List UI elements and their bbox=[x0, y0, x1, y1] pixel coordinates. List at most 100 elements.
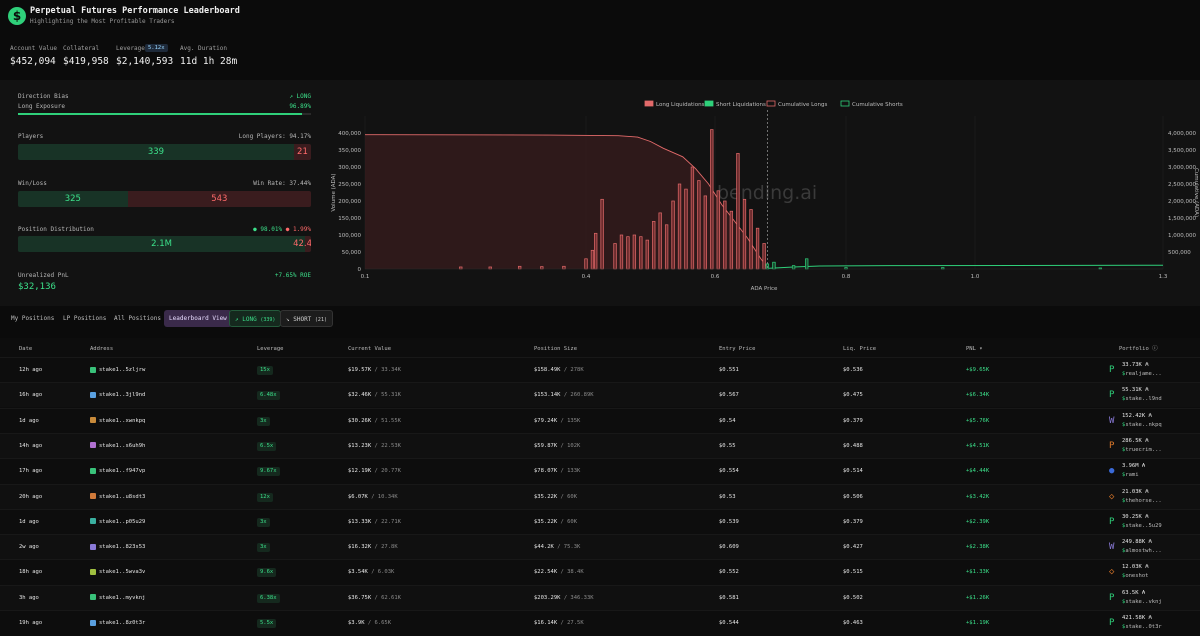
portfolio-name[interactable]: $truecrim... bbox=[1122, 447, 1162, 453]
row-current-value: $3.9K / 6.65K bbox=[348, 620, 392, 626]
portfolio-name[interactable]: $oneshot bbox=[1122, 573, 1149, 579]
row-entry-price: $0.551 bbox=[719, 367, 739, 373]
legend-label: Cumulative Shorts bbox=[852, 102, 903, 108]
row-address[interactable]: stake1..5wva3v bbox=[90, 560, 145, 585]
legend-swatch bbox=[766, 100, 776, 107]
portfolio-name[interactable]: $stake..l9nd bbox=[1122, 396, 1162, 402]
players-short-segment: 21 bbox=[293, 144, 311, 160]
short-liquidation-bar bbox=[805, 258, 809, 270]
row-liq-price: $0.427 bbox=[843, 544, 863, 551]
row-pnl: +$2.39K bbox=[966, 518, 990, 525]
row-address[interactable]: stake1..p05u29 bbox=[90, 510, 145, 535]
row-address[interactable]: stake1..5zljrw bbox=[90, 358, 145, 383]
table-row[interactable]: 2w ago stake1..823s53 3x $16.32K / 27.8K $44… bbox=[0, 534, 1200, 560]
row-position-size: $153.14K / 260.89K bbox=[534, 392, 594, 399]
row-position-size: $79.24K / 135K bbox=[534, 417, 581, 424]
row-leverage: 5.5x bbox=[257, 611, 277, 636]
row-current-value: $19.57K / 33.34K bbox=[348, 367, 401, 373]
y2-tick-label: 2,500,000 bbox=[1168, 182, 1196, 188]
row-date: 20h ago bbox=[19, 493, 43, 500]
table-row[interactable]: 1d ago stake1..xwnkpq 3x $30.26K / 51.55K $7… bbox=[0, 407, 1200, 434]
ada-icon: ₳ bbox=[1145, 564, 1149, 571]
x-tick-label: 0.8 bbox=[842, 274, 851, 280]
filter-short-button[interactable]: ↘ SHORT (21) bbox=[280, 310, 333, 327]
row-address[interactable]: stake1..u8sdt3 bbox=[90, 485, 145, 510]
portfolio-name[interactable]: $almostwh... bbox=[1122, 548, 1162, 554]
long-exposure-label: Long Exposure bbox=[18, 103, 65, 110]
row-address[interactable]: stake1..myvknj bbox=[90, 586, 145, 611]
row-address[interactable]: stake1..8z0t3r bbox=[90, 611, 145, 636]
address-avatar-icon bbox=[90, 366, 96, 373]
long-liquidation-bar bbox=[749, 209, 753, 270]
table-body: 12h ago stake1..5zljrw 15x $19.57K / 33.34K… bbox=[0, 357, 1200, 636]
portfolio-icon: W bbox=[1109, 415, 1115, 426]
table-row[interactable]: 12h ago stake1..5zljrw 15x $19.57K / 33.34K… bbox=[0, 357, 1200, 382]
tab-all-positions[interactable]: All Positions bbox=[109, 310, 166, 327]
portfolio-name[interactable]: $thehorse... bbox=[1122, 498, 1162, 504]
row-address[interactable]: stake1..xwnkpq bbox=[90, 409, 145, 434]
players-short-count: 21 bbox=[297, 147, 308, 157]
ada-icon: ₳ bbox=[1145, 362, 1149, 368]
table-row[interactable]: 17h ago stake1..f947vp 9.67x $12.19K / 20.7… bbox=[0, 458, 1200, 483]
long-liquidation-bar bbox=[626, 236, 630, 270]
leverage-value: $2,140,593 bbox=[116, 56, 174, 67]
address-avatar-icon bbox=[90, 543, 96, 550]
row-address[interactable]: stake1..f947vp bbox=[90, 459, 145, 484]
row-entry-price: $0.539 bbox=[719, 518, 739, 525]
long-liquidation-bar bbox=[690, 166, 695, 270]
table-row[interactable]: 18h ago stake1..5wva3v 9.6x $3.54K / 6.03K $… bbox=[0, 559, 1200, 584]
table-row[interactable]: 20h ago stake1..u8sdt3 12x $6.07K / 10.34K $… bbox=[0, 483, 1200, 510]
table-row[interactable]: 3h ago stake1..myvknj 6.38x $36.75K / 62.61… bbox=[0, 584, 1200, 611]
short-liquidation-bar bbox=[772, 261, 776, 270]
row-current-value: $3.54K / 6.03K bbox=[348, 569, 395, 576]
portfolio-name[interactable]: $rami bbox=[1122, 472, 1139, 478]
row-date: 16h ago bbox=[19, 392, 43, 399]
address-avatar-icon bbox=[90, 619, 96, 626]
filter-long-button[interactable]: ↗ LONG (339) bbox=[229, 310, 282, 327]
table-row[interactable]: 1d ago stake1..p05u29 3x $13.33K / 22.71K $3… bbox=[0, 508, 1200, 535]
address-avatar-icon bbox=[90, 391, 96, 398]
players-long-count: 339 bbox=[147, 147, 165, 157]
long-liquidation-bar bbox=[613, 243, 617, 270]
long-liquidation-bar bbox=[729, 210, 734, 270]
long-liquidation-bar bbox=[652, 221, 656, 270]
row-position-size: $44.2K / 75.3K bbox=[534, 544, 581, 551]
portfolio-value: 286.5K ₳ bbox=[1122, 437, 1149, 444]
long-liquidation-bar bbox=[671, 200, 675, 270]
row-current-value: $32.46K / 55.31K bbox=[348, 392, 401, 399]
y2-tick-label: 3,500,000 bbox=[1168, 148, 1196, 154]
portfolio-name[interactable]: $stake..5u29 bbox=[1122, 523, 1162, 529]
avg-duration-label: Avg. Duration bbox=[180, 45, 227, 52]
portfolio-icon: P bbox=[1109, 365, 1115, 375]
portfolio-name[interactable]: $stake..nkpq bbox=[1122, 422, 1162, 428]
winloss-label: Win/Loss bbox=[18, 180, 47, 187]
portfolio-value: 21.03K ₳ bbox=[1122, 488, 1149, 495]
table-row[interactable]: 19h ago stake1..8z0t3r 5.5x $3.9K / 6.65K $1… bbox=[0, 610, 1200, 635]
portfolio-value: 30.25K ₳ bbox=[1122, 513, 1149, 520]
direction-bias-label: Direction Bias bbox=[18, 93, 69, 100]
row-current-value: $16.32K / 27.8K bbox=[348, 544, 398, 551]
row-leverage: 15x bbox=[257, 358, 273, 383]
row-address[interactable]: stake1..s6uh9h bbox=[90, 434, 145, 459]
y-tick-label: 100,000 bbox=[338, 233, 361, 239]
row-address[interactable]: stake1..823s53 bbox=[90, 535, 145, 560]
tab-leaderboard-view[interactable]: Leaderboard View bbox=[164, 310, 232, 327]
row-entry-price: $0.55 bbox=[719, 442, 736, 449]
portfolio-value: 152.42K ₳ bbox=[1122, 412, 1152, 419]
x-tick-label: 1.3 bbox=[1159, 274, 1168, 280]
position-short-value: 42.49K bbox=[293, 239, 311, 249]
unrealized-roe: +7.65% ROE bbox=[274, 272, 311, 279]
table-row[interactable]: 16h ago stake1..3jl9nd 6.48x $32.46K / 55.3… bbox=[0, 382, 1200, 408]
long-liquidation-bar bbox=[632, 234, 637, 270]
tab-my-positions[interactable]: My Positions bbox=[6, 310, 59, 327]
table-row[interactable]: 14h ago stake1..s6uh9h 6.5x $13.23K / 22.53… bbox=[0, 432, 1200, 459]
row-current-value: $36.75K / 62.61K bbox=[348, 594, 401, 601]
row-address[interactable]: stake1..3jl9nd bbox=[90, 383, 145, 408]
tab-lp-positions[interactable]: LP Positions bbox=[58, 310, 111, 327]
row-leverage: 9.67x bbox=[257, 459, 280, 484]
y-tick-label: 50,000 bbox=[342, 250, 362, 256]
portfolio-name[interactable]: $stake..vknj bbox=[1122, 599, 1162, 605]
portfolio-name[interactable]: $stake..0t3r bbox=[1122, 624, 1162, 630]
portfolio-name[interactable]: $realjame... bbox=[1122, 371, 1162, 377]
x-tick-label: 0.6 bbox=[711, 274, 720, 280]
